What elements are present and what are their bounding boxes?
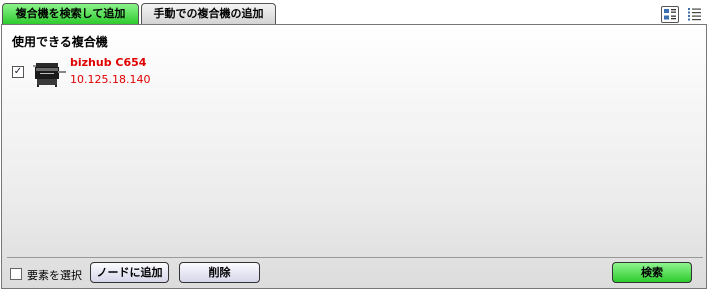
device-name: bizhub C654 <box>70 56 147 69</box>
details-view-icon[interactable] <box>661 6 679 23</box>
delete-button[interactable]: 削除 <box>179 262 260 283</box>
tab-bar: 複合機を検索して追加 手動での複合機の追加 <box>0 0 708 26</box>
add-to-node-button[interactable]: ノードに追加 <box>90 262 169 283</box>
device-checkbox[interactable]: ✓ <box>12 66 24 78</box>
section-title: 使用できる複合機 <box>12 35 108 49</box>
device-ip-address: 10.125.18.140 <box>70 73 151 86</box>
list-view-icon[interactable] <box>686 6 704 23</box>
printer-icon <box>32 58 68 88</box>
footer-divider <box>7 257 703 258</box>
search-button[interactable]: 検索 <box>612 262 692 283</box>
select-all-checkbox[interactable] <box>10 268 22 280</box>
tab-manual-add-mfp[interactable]: 手動での複合機の追加 <box>141 3 276 24</box>
device-panel: 使用できる複合機 ✓ bizhub C654 10.125.18.140 要素を… <box>1 24 707 289</box>
tab-search-mfp[interactable]: 複合機を検索して追加 <box>2 3 139 24</box>
select-all-label: 要素を選択 <box>27 269 82 282</box>
